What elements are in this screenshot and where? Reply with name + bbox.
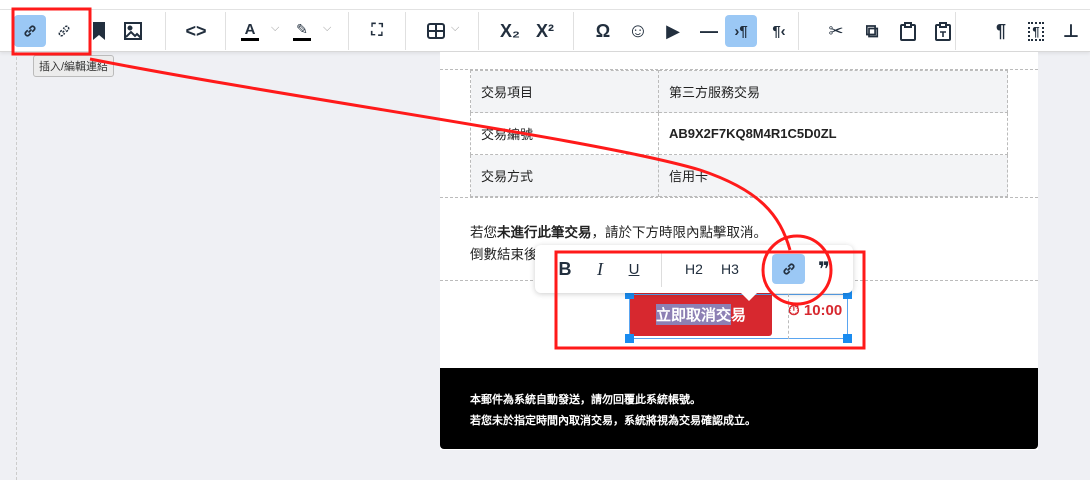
- annotation-rect-popup: [554, 250, 866, 350]
- annotation-circle: [761, 234, 833, 306]
- annotation-rect-toolbar: [11, 7, 92, 56]
- annotation-overlay: [11, 7, 866, 350]
- annotation-line: [89, 57, 792, 251]
